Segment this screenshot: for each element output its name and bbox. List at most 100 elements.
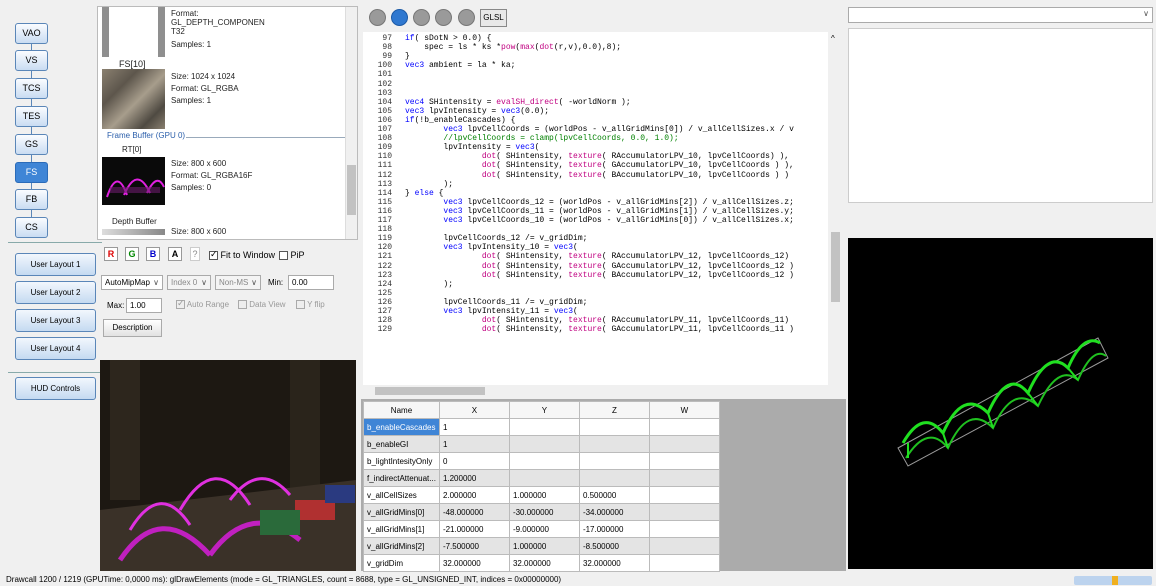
texture-thumb-depth[interactable] — [102, 7, 109, 57]
compile-icon[interactable] — [458, 9, 475, 26]
texture-thumb-stone[interactable] — [102, 69, 165, 129]
max-input[interactable]: 1.00 — [126, 298, 162, 313]
uniform-x-cell: -21.000000 — [438, 520, 510, 538]
scene-preview[interactable] — [100, 360, 356, 571]
line-number: 106 — [377, 115, 392, 125]
data-view-checkbox[interactable] — [238, 300, 247, 310]
index-select[interactable]: Index 0 ∨ — [167, 275, 211, 290]
auto-range-toggle[interactable]: Auto Range — [176, 298, 229, 310]
user-layout-3-button[interactable]: User Layout 3 — [15, 309, 96, 332]
uniform-x-cell: 0 — [438, 452, 510, 470]
reload-icon[interactable] — [435, 9, 452, 26]
render-target-format: Format: GL_RGBA16F — [171, 171, 253, 180]
line-number: 127 — [377, 307, 392, 316]
code-text: dot( SHintensity, texture( RAccumulatorL… — [481, 316, 790, 326]
yflip-checkbox[interactable] — [296, 300, 305, 310]
uniform-name-cell: f_indirectAttenuat... — [363, 469, 440, 487]
depth-buffer-thumb[interactable] — [102, 229, 165, 235]
texture-list-scrollbar[interactable] — [345, 7, 357, 239]
code-text: spec = ls * ks *pow(max(dot(r,v),0.0),8)… — [405, 43, 622, 53]
uniform-row[interactable]: v_allGridMins[2] -7.500000 1.000000 -8.5000… — [363, 537, 720, 555]
user-layout-4-button[interactable]: User Layout 4 — [15, 337, 96, 360]
stage-fs-button[interactable]: FS — [15, 162, 48, 183]
uniform-z-cell — [578, 418, 650, 436]
right-panel-select[interactable]: ∨ — [848, 7, 1153, 23]
line-number: 112 — [377, 170, 392, 180]
auto-range-checkbox[interactable] — [176, 298, 185, 310]
render-target-thumb[interactable] — [102, 157, 165, 205]
scrollbar-thumb[interactable] — [347, 165, 356, 215]
line-number: 122 — [377, 261, 392, 271]
uniform-row[interactable]: b_enableGI 1 — [363, 435, 720, 453]
code-text: } — [405, 52, 410, 62]
scrollbar-thumb[interactable] — [375, 387, 485, 395]
geometry-preview[interactable] — [848, 238, 1153, 569]
slider-handle[interactable] — [1112, 576, 1118, 585]
scrollbar-thumb[interactable] — [831, 232, 840, 302]
fit-to-window-toggle[interactable]: Fit to Window — [209, 249, 275, 261]
uniform-row[interactable]: v_gridDim 32.000000 32.000000 32.000000 — [363, 554, 720, 572]
min-input[interactable]: 0.00 — [288, 275, 334, 290]
stage-vs-button[interactable]: VS — [15, 50, 48, 71]
code-text: lpvCellCoords_12 /= v_gridDim; — [405, 234, 588, 244]
stage-gs-button[interactable]: GS — [15, 134, 48, 155]
uniform-row[interactable]: b_enableCascades 1 — [363, 418, 720, 436]
channel-b-button[interactable]: B — [146, 247, 160, 261]
uniform-x-cell: -48.000000 — [438, 503, 510, 521]
pip-checkbox[interactable] — [279, 251, 288, 261]
mipmap-select[interactable]: AutoMipMap ∨ — [101, 275, 163, 290]
glsl-button[interactable]: GLSL — [480, 9, 507, 27]
uniform-row[interactable]: v_allCellSizes 2.000000 1.000000 0.500000 — [363, 486, 720, 504]
uniform-w-cell — [648, 486, 720, 504]
stage-tes-button[interactable]: TES — [15, 106, 48, 127]
render-target-preview-icon — [106, 178, 165, 198]
code-vscrollbar[interactable]: ^ — [829, 32, 842, 385]
uniform-header-name[interactable]: Name — [363, 401, 440, 419]
help-button[interactable]: ? — [190, 247, 200, 261]
stage-vao-button[interactable]: VAO — [15, 23, 48, 44]
stage-fb-button[interactable]: FB — [15, 189, 48, 210]
data-view-toggle[interactable]: Data View — [238, 300, 286, 310]
line-number: 101 — [377, 70, 392, 80]
shader-view-icon[interactable] — [391, 9, 408, 26]
uniform-y-cell — [508, 452, 580, 470]
channel-g-button[interactable]: G — [125, 247, 139, 261]
depth-buffer-label: Depth Buffer — [112, 217, 157, 226]
line-number: 120 — [377, 243, 392, 253]
texture-label: FS[10] — [119, 59, 146, 69]
uniform-row[interactable]: v_allGridMins[1] -21.000000 -9.000000 -17.0… — [363, 520, 720, 538]
uniform-x-cell: -7.500000 — [438, 537, 510, 555]
shader-code-editor[interactable]: 97 if( sDotN > 0.0) {98 spec = ls * ks *p… — [363, 32, 828, 385]
uniform-w-cell — [648, 452, 720, 470]
uniform-z-cell: -17.000000 — [578, 520, 650, 538]
right-panel-info — [848, 28, 1153, 203]
uniform-header-y[interactable]: Y — [508, 401, 580, 419]
channel-r-button[interactable]: R — [104, 247, 118, 261]
hud-controls-button[interactable]: HUD Controls — [15, 377, 96, 400]
uniform-header-z[interactable]: Z — [578, 401, 650, 419]
drawcall-slider[interactable] — [1074, 576, 1152, 585]
scroll-up-icon[interactable]: ^ — [831, 34, 835, 43]
channel-a-button[interactable]: A — [168, 247, 182, 261]
line-number: 117 — [377, 216, 392, 225]
uniform-header-x[interactable]: X — [438, 401, 510, 419]
uniform-z-cell: 0.500000 — [578, 486, 650, 504]
save-icon[interactable] — [413, 9, 430, 26]
user-layout-1-button[interactable]: User Layout 1 — [15, 253, 96, 276]
uniform-row[interactable]: f_indirectAttenuat... 1.200000 — [363, 469, 720, 487]
uniform-header-w[interactable]: W — [648, 401, 720, 419]
yflip-toggle[interactable]: Y flip — [296, 300, 325, 310]
description-button[interactable]: Description — [103, 319, 162, 337]
fit-checkbox[interactable] — [209, 249, 218, 261]
index-value: Index 0 — [171, 278, 198, 287]
code-hscrollbar[interactable] — [363, 385, 829, 397]
stage-cs-button[interactable]: CS — [15, 217, 48, 238]
back-icon[interactable] — [369, 9, 386, 26]
uniform-row[interactable]: v_allGridMins[0] -48.000000 -30.000000 -34.… — [363, 503, 720, 521]
pip-toggle[interactable]: PiP — [279, 250, 305, 261]
nonms-select[interactable]: Non-MS ∨ — [215, 275, 261, 290]
user-layout-2-button[interactable]: User Layout 2 — [15, 281, 96, 304]
chevron-down-icon: ∨ — [251, 278, 257, 287]
uniform-row[interactable]: b_lightIntesityOnly 0 — [363, 452, 720, 470]
stage-tcs-button[interactable]: TCS — [15, 78, 48, 99]
